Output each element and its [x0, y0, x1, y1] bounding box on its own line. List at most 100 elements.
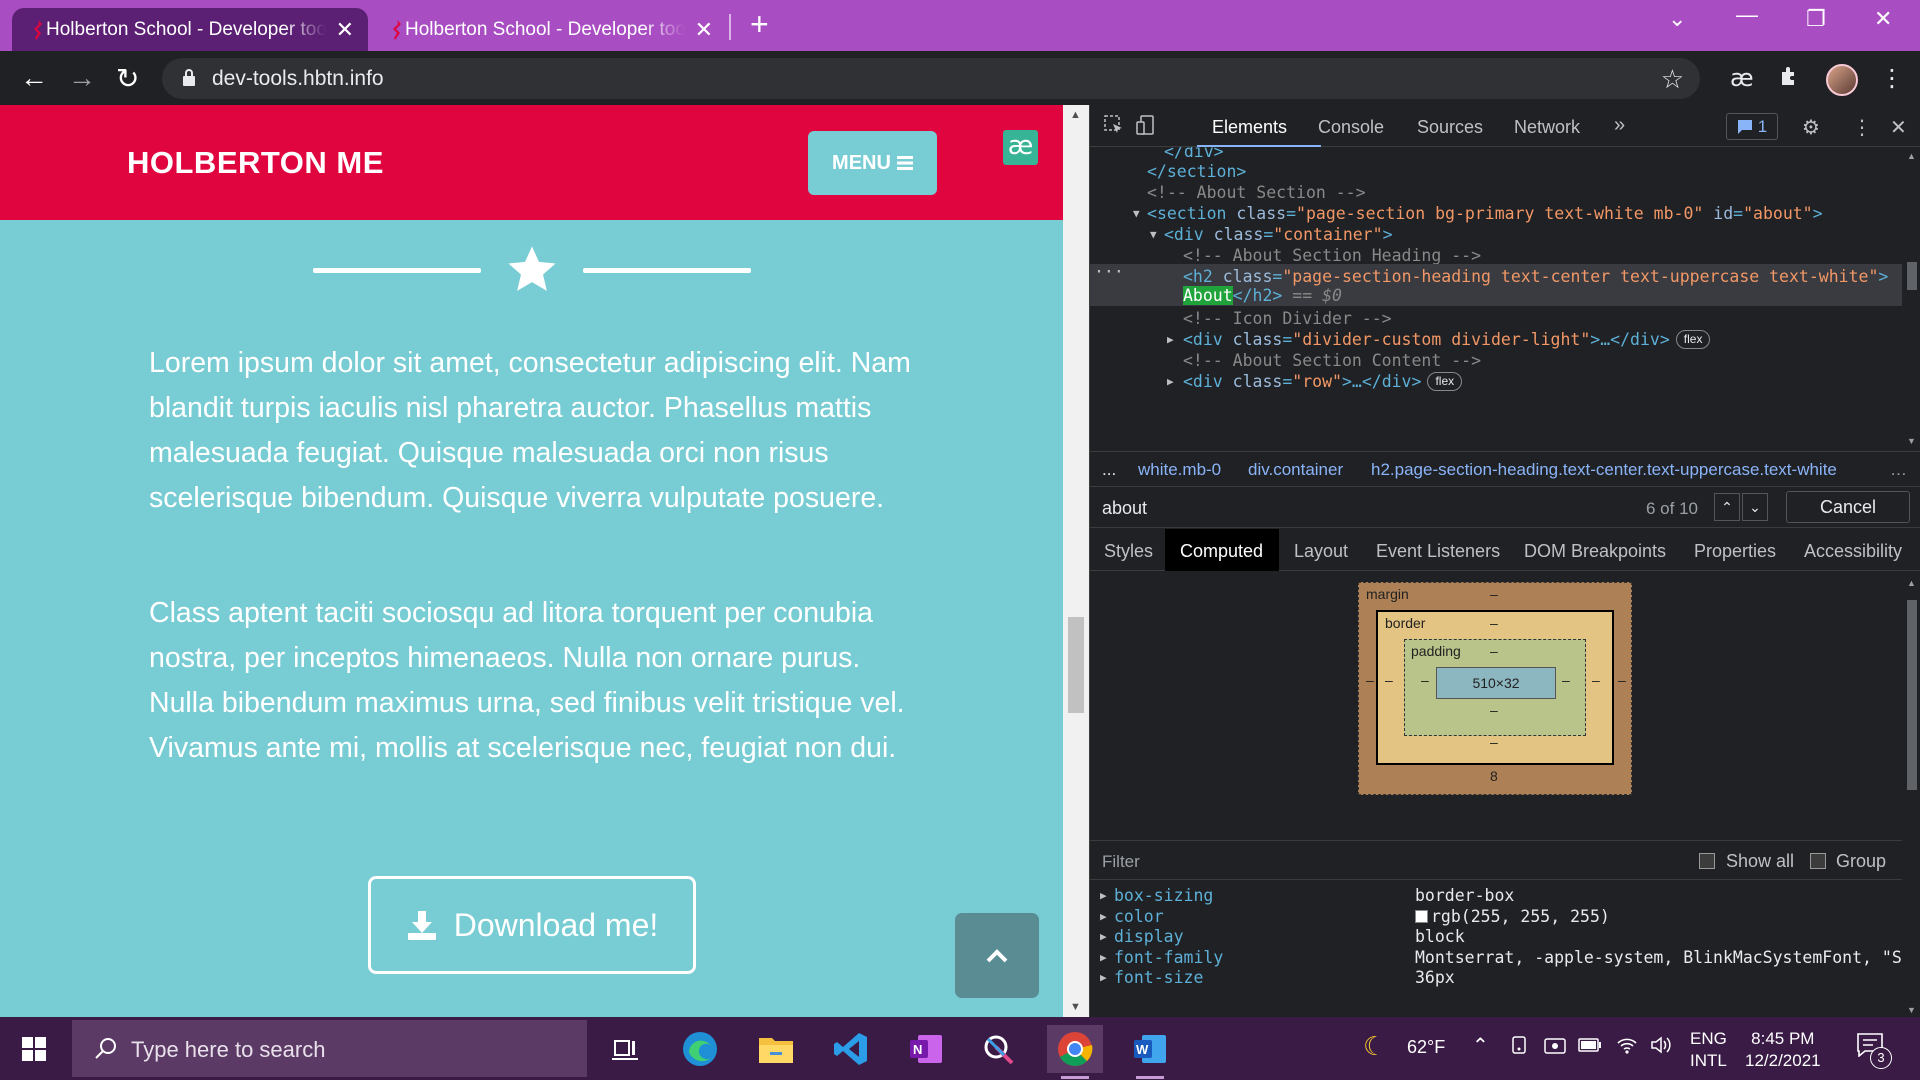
- search-next-chevron-down-icon[interactable]: ⌄: [1742, 493, 1768, 521]
- tab-elements[interactable]: Elements: [1212, 117, 1287, 138]
- subtab-event-listeners[interactable]: Event Listeners: [1376, 541, 1500, 562]
- ae-extension-badge-icon[interactable]: æ: [1003, 130, 1038, 165]
- onedrive-sync-icon[interactable]: [1544, 1035, 1566, 1060]
- computed-filter-input[interactable]: Filter: [1102, 852, 1140, 872]
- input-language[interactable]: ENG INTL: [1690, 1028, 1727, 1072]
- extensions-puzzle-icon[interactable]: [1778, 64, 1802, 95]
- breadcrumb-item[interactable]: white.mb-0: [1138, 460, 1221, 480]
- flex-badge[interactable]: flex: [1675, 330, 1711, 349]
- url-text: dev-tools.hbtn.info: [212, 67, 384, 90]
- more-tabs-chevron-icon[interactable]: »: [1614, 114, 1625, 137]
- download-button[interactable]: Download me!: [368, 876, 696, 974]
- flex-badge[interactable]: flex: [1427, 372, 1463, 391]
- device-toolbar-icon[interactable]: [1136, 115, 1156, 141]
- forward-icon[interactable]: →: [68, 62, 96, 94]
- file-explorer-icon[interactable]: [748, 1025, 804, 1073]
- page-scrollbar[interactable]: ▲ ▼: [1063, 105, 1089, 1017]
- system-clock[interactable]: 8:45 PM 12/2/2021: [1745, 1028, 1821, 1072]
- word-icon[interactable]: W: [1122, 1025, 1178, 1079]
- breadcrumb-more-icon[interactable]: …: [1890, 460, 1907, 480]
- subtab-dom-breakpoints[interactable]: DOM Breakpoints: [1524, 541, 1666, 562]
- notification-center-icon[interactable]: 3: [1857, 1033, 1892, 1069]
- breadcrumb-overflow[interactable]: ...: [1102, 460, 1116, 480]
- new-tab-icon[interactable]: +: [750, 6, 769, 43]
- inspect-element-icon[interactable]: [1104, 115, 1124, 141]
- show-all-checkbox[interactable]: [1699, 853, 1715, 869]
- clock-time: 8:45 PM: [1751, 1029, 1815, 1048]
- tab-search-chevron-icon[interactable]: ⌄: [1668, 6, 1686, 32]
- expand-triangle-icon[interactable]: ▶: [1100, 965, 1107, 990]
- back-icon[interactable]: ←: [20, 62, 48, 94]
- browser-tab-inactive[interactable]: Holberton School - Developer tools ✕: [371, 8, 727, 51]
- taskbar-search-box[interactable]: Type here to search: [72, 1020, 587, 1077]
- menu-button[interactable]: MENU: [808, 131, 937, 195]
- minimize-icon[interactable]: —: [1736, 2, 1758, 28]
- search-prev-chevron-up-icon[interactable]: ⌃: [1714, 493, 1740, 521]
- windows-start-icon[interactable]: [22, 1037, 46, 1061]
- dom-search-input[interactable]: about: [1102, 498, 1147, 519]
- wifi-icon[interactable]: [1616, 1035, 1638, 1060]
- page-scrollbar-thumb[interactable]: [1068, 617, 1084, 713]
- vscode-icon[interactable]: [823, 1025, 879, 1073]
- bookmark-star-icon[interactable]: ☆: [1661, 64, 1684, 95]
- issues-badge[interactable]: 1: [1726, 113, 1778, 140]
- battery-icon[interactable]: [1578, 1037, 1602, 1058]
- collapse-triangle-icon[interactable]: ▶: [1167, 369, 1174, 395]
- site-brand[interactable]: HOLBERTON ME: [127, 145, 384, 181]
- close-tab-icon[interactable]: ✕: [695, 17, 713, 43]
- search-cancel-button[interactable]: Cancel: [1786, 491, 1910, 523]
- computed-scrollbar[interactable]: ▲ ▼: [1902, 572, 1920, 1017]
- restore-icon[interactable]: ❐: [1806, 6, 1826, 32]
- dom-search-bar: about 6 of 10 ⌃ ⌄ Cancel: [1090, 488, 1920, 528]
- volume-icon[interactable]: [1650, 1035, 1672, 1060]
- star-icon: [508, 246, 556, 291]
- reload-icon[interactable]: ↻: [116, 62, 139, 95]
- weather-temperature[interactable]: 62°F: [1407, 1037, 1445, 1058]
- scroll-up-arrow-icon[interactable]: ▲: [1070, 109, 1081, 121]
- scroll-to-top-button[interactable]: [955, 913, 1039, 998]
- subtab-accessibility[interactable]: Accessibility: [1804, 541, 1902, 562]
- computed-scrollbar-thumb[interactable]: [1907, 600, 1917, 790]
- profile-avatar[interactable]: [1826, 64, 1858, 96]
- computed-property-row[interactable]: ▶ font-size 36px: [1090, 965, 1902, 990]
- chrome-icon[interactable]: [1047, 1025, 1103, 1079]
- devtools-menu-icon[interactable]: ⋮: [1852, 115, 1872, 140]
- browser-tab-active[interactable]: Holberton School - Developer tools ✕: [12, 8, 368, 51]
- snip-sketch-icon[interactable]: [972, 1025, 1028, 1073]
- tab-sources[interactable]: Sources: [1417, 117, 1483, 138]
- chrome-menu-icon[interactable]: ⋮: [1880, 64, 1904, 93]
- ae-extension-icon[interactable]: æ: [1730, 64, 1754, 92]
- edge-browser-icon[interactable]: [672, 1025, 728, 1073]
- onenote-icon[interactable]: N: [898, 1025, 954, 1073]
- window-close-icon[interactable]: ✕: [1874, 6, 1892, 32]
- devtools-settings-gear-icon[interactable]: ⚙: [1802, 115, 1820, 140]
- task-view-icon[interactable]: [597, 1025, 653, 1073]
- tab-title: Holberton School - Developer tools: [405, 18, 685, 40]
- subtab-layout[interactable]: Layout: [1294, 541, 1348, 562]
- subtab-properties[interactable]: Properties: [1694, 541, 1776, 562]
- dom-line-selected-h2[interactable]: ··· <h2 class="page-section-heading text…: [1090, 262, 1902, 306]
- color-swatch[interactable]: [1415, 910, 1428, 923]
- box-model-content-size[interactable]: 510×32: [1436, 667, 1556, 699]
- show-hidden-icons-chevron-icon[interactable]: ⌃: [1472, 1033, 1489, 1058]
- tab-console[interactable]: Console: [1318, 117, 1384, 138]
- windows-taskbar: Type here to search N W ☾ 62°F ⌃ ENG INT…: [0, 1017, 1920, 1080]
- dom-scrollbar-thumb[interactable]: [1907, 262, 1917, 290]
- more-options-ellipsis-icon[interactable]: ···: [1094, 259, 1124, 285]
- meet-now-icon[interactable]: [1510, 1035, 1530, 1060]
- tab-network[interactable]: Network: [1514, 117, 1580, 138]
- holberton-favicon-icon: [393, 20, 401, 40]
- dom-line-row[interactable]: ▶ <div class="row">…</div> flex: [1090, 369, 1902, 395]
- dom-scrollbar[interactable]: ▲ ▼: [1902, 147, 1920, 450]
- close-tab-icon[interactable]: ✕: [336, 17, 354, 43]
- weather-moon-icon[interactable]: ☾: [1363, 1031, 1386, 1062]
- address-bar[interactable]: dev-tools.hbtn.info ☆: [162, 58, 1700, 99]
- breadcrumb-item-selected[interactable]: h2.page-section-heading.text-center.text…: [1371, 460, 1837, 480]
- scroll-down-arrow-icon[interactable]: ▼: [1070, 1001, 1081, 1013]
- subtab-computed[interactable]: Computed: [1180, 541, 1263, 562]
- group-checkbox[interactable]: [1810, 853, 1826, 869]
- devtools-close-icon[interactable]: ✕: [1890, 115, 1907, 140]
- breadcrumb-item[interactable]: div.container: [1248, 460, 1343, 480]
- subtab-styles[interactable]: Styles: [1104, 541, 1153, 562]
- dom-attr-value: "divider-custom divider-light": [1292, 330, 1591, 349]
